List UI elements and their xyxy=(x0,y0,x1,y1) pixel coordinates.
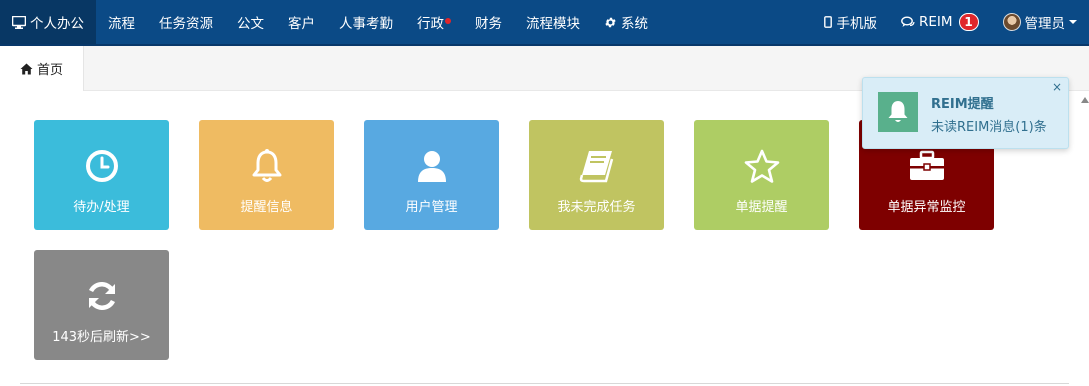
nav-label: 流程 xyxy=(108,16,135,32)
nav-administration[interactable]: 行政 xyxy=(405,0,463,44)
tab-home[interactable]: 首页 xyxy=(0,46,84,91)
book-icon xyxy=(579,148,615,184)
nav-label: 人事考勤 xyxy=(339,16,393,32)
main-menu: 个人办公 流程 任务资源 公文 客户 人事考勤 行政 财务 流程模块 系统 xyxy=(0,0,660,44)
nav-label: 公文 xyxy=(237,16,264,32)
bell-icon xyxy=(878,92,918,132)
nav-label: 系统 xyxy=(621,16,648,32)
reim-label: REIM xyxy=(918,14,953,30)
tile-label: 我未完成任务 xyxy=(557,200,636,215)
nav-label: 流程模块 xyxy=(526,16,580,32)
top-navbar: 个人办公 流程 任务资源 公文 客户 人事考勤 行政 财务 流程模块 系统 手机… xyxy=(0,0,1089,46)
nav-task-resources[interactable]: 任务资源 xyxy=(147,0,225,44)
tile-label: 单据提醒 xyxy=(735,200,788,215)
user-icon xyxy=(416,148,448,184)
tile-unfinished-tasks[interactable]: 我未完成任务 xyxy=(529,120,664,230)
nav-finance[interactable]: 财务 xyxy=(463,0,514,44)
star-icon xyxy=(744,148,780,184)
notification-title: REIM提醒 xyxy=(931,97,994,112)
user-dropdown[interactable]: 管理员 xyxy=(991,0,1089,44)
nav-label: 个人办公 xyxy=(30,16,84,32)
chevron-down-icon xyxy=(1069,20,1077,24)
nav-label: 财务 xyxy=(475,16,502,32)
scroll-up-arrow[interactable] xyxy=(1081,95,1089,106)
nav-system[interactable]: 系统 xyxy=(592,0,660,44)
tile-label: 143秒后刷新>> xyxy=(52,330,151,345)
mobile-icon xyxy=(824,16,833,28)
notification-dot xyxy=(445,18,451,24)
chat-icon xyxy=(901,16,915,28)
nav-label: 任务资源 xyxy=(159,16,213,32)
tab-label: 首页 xyxy=(36,63,63,78)
reim-notification[interactable]: REIM提醒 未读REIM消息(1)条 × xyxy=(862,77,1069,149)
tile-todo[interactable]: 待办/处理 xyxy=(34,120,169,230)
nav-label: 客户 xyxy=(288,16,315,32)
clock-icon xyxy=(85,148,119,184)
nav-customers[interactable]: 客户 xyxy=(276,0,327,44)
home-icon xyxy=(20,63,33,75)
tile-document-reminders[interactable]: 单据提醒 xyxy=(694,120,829,230)
nav-documents[interactable]: 公文 xyxy=(225,0,276,44)
briefcase-icon xyxy=(908,148,946,184)
close-icon[interactable]: × xyxy=(1052,80,1062,94)
mobile-version-link[interactable]: 手机版 xyxy=(812,0,889,44)
bell-icon xyxy=(250,148,284,184)
user-menu: 手机版 REIM 1 管理员 xyxy=(812,0,1089,44)
refresh-icon xyxy=(85,278,119,314)
gear-icon xyxy=(604,16,617,29)
nav-label: 行政 xyxy=(417,16,444,32)
notification-message: 未读REIM消息(1)条 xyxy=(931,120,1047,135)
tile-user-management[interactable]: 用户管理 xyxy=(364,120,499,230)
monitor-icon xyxy=(12,15,26,29)
tile-label: 单据异常监控 xyxy=(887,200,966,215)
tile-refresh[interactable]: 143秒后刷新>> xyxy=(34,250,169,360)
mobile-label: 手机版 xyxy=(836,16,877,32)
avatar xyxy=(1002,13,1021,31)
reim-messages[interactable]: REIM 1 xyxy=(889,0,991,44)
user-name: 管理员 xyxy=(1024,16,1066,32)
reim-count-badge: 1 xyxy=(958,13,979,31)
nav-workflow-modules[interactable]: 流程模块 xyxy=(514,0,592,44)
tile-label: 待办/处理 xyxy=(73,200,130,215)
tile-label: 提醒信息 xyxy=(240,200,293,215)
divider xyxy=(20,383,1069,384)
tile-label: 用户管理 xyxy=(405,200,458,215)
nav-personal-office[interactable]: 个人办公 xyxy=(0,0,96,44)
tile-reminders[interactable]: 提醒信息 xyxy=(199,120,334,230)
nav-workflow[interactable]: 流程 xyxy=(96,0,147,44)
nav-hr-attendance[interactable]: 人事考勤 xyxy=(327,0,405,44)
